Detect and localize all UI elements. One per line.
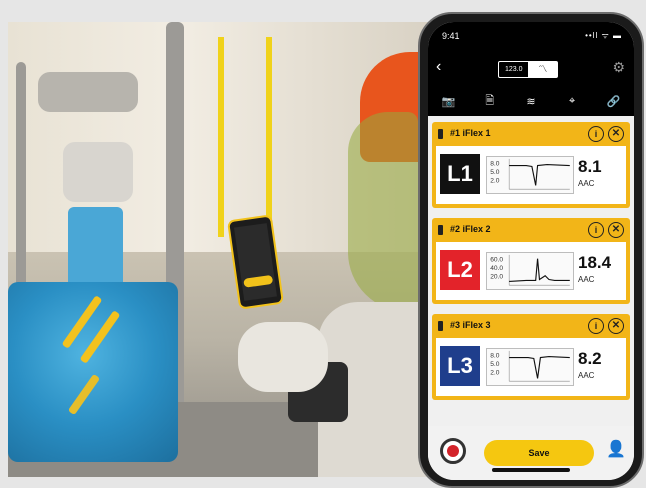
- glove: [238, 322, 328, 392]
- card-header: #3 iFlex 3 i ✕: [432, 314, 630, 338]
- battery-icon: [438, 225, 443, 235]
- phase-label: L3: [440, 346, 480, 386]
- gear-icon[interactable]: ⚙: [612, 59, 625, 76]
- battery-icon: [438, 129, 443, 139]
- trend-sparkline: 8.0 5.0 2.0: [486, 348, 574, 386]
- card-body: L3 8.0 5.0 2.0 8.2 AAC: [436, 338, 626, 396]
- record-button[interactable]: [440, 438, 466, 464]
- reading-unit: AAC: [578, 371, 595, 380]
- spark-line: [509, 356, 570, 379]
- yellow-rack: [266, 37, 272, 237]
- spark-tick: 5.0: [490, 169, 500, 176]
- home-indicator: [492, 468, 570, 472]
- spark-line: [509, 258, 570, 282]
- save-button[interactable]: Save: [484, 440, 594, 466]
- close-icon[interactable]: ✕: [608, 126, 624, 142]
- card-body: L1 8.0 5.0 2.0 8.1 AAC: [436, 146, 626, 204]
- status-time: 9:41: [442, 31, 460, 41]
- spark-tick: 2.0: [490, 178, 500, 185]
- pipe-horizontal: [38, 72, 138, 112]
- status-icons: ••ll ᯤ ▬: [585, 31, 622, 40]
- tag-icon[interactable]: ⌖: [562, 95, 582, 108]
- spark-tick: 60.0: [490, 257, 503, 264]
- spark-line: [509, 164, 570, 186]
- view-toggle[interactable]: 123.0 〽: [498, 61, 558, 78]
- card-header: #1 iFlex 1 i ✕: [432, 122, 630, 146]
- phase-label: L2: [440, 250, 480, 290]
- user-share-icon[interactable]: 👤: [606, 439, 626, 459]
- phone-device: 9:41 ••ll ᯤ ▬ ‹ 123.0 〽 ⚙ 📷 🗎 ≋ ⌖ 🔗 #1 i…: [418, 12, 644, 488]
- trend-sparkline: 8.0 5.0 2.0: [486, 156, 574, 194]
- info-icon[interactable]: i: [588, 126, 604, 142]
- card-title: #1 iFlex 1: [450, 128, 491, 138]
- link-icon[interactable]: 🔗: [603, 95, 623, 108]
- battery-icon: [438, 321, 443, 331]
- reading-unit: AAC: [578, 275, 595, 284]
- face-shield: [348, 112, 418, 312]
- card-body: L2 60.0 40.0 20.0 18.4 AAC: [436, 242, 626, 300]
- reading-value: 8.1: [578, 157, 602, 176]
- spark-tick: 40.0: [490, 265, 503, 272]
- close-icon[interactable]: ✕: [608, 318, 624, 334]
- card-title: #2 iFlex 2: [450, 224, 491, 234]
- info-icon[interactable]: i: [588, 318, 604, 334]
- reading-value: 18.4: [578, 253, 612, 272]
- phone-screen: 9:41 ••ll ᯤ ▬ ‹ 123.0 〽 ⚙ 📷 🗎 ≋ ⌖ 🔗 #1 i…: [428, 22, 634, 480]
- info-icon[interactable]: i: [588, 222, 604, 238]
- measurement-card[interactable]: #1 iFlex 1 i ✕ L1 8.0 5.0 2.0 8.1 AAC: [432, 122, 630, 208]
- industrial-photo: [8, 22, 438, 477]
- spark-tick: 8.0: [490, 161, 500, 168]
- pipe-horizontal: [63, 142, 133, 202]
- camera-icon[interactable]: 📷: [439, 95, 459, 108]
- nav-bar: ‹ 123.0 〽 ⚙: [428, 52, 634, 86]
- wireless-sensor-icon[interactable]: ≋: [521, 95, 541, 108]
- card-title: #3 iFlex 3: [450, 320, 491, 330]
- add-document-icon[interactable]: 🗎: [480, 92, 500, 111]
- status-bar: 9:41 ••ll ᯤ ▬: [428, 22, 634, 52]
- measurement-card[interactable]: #2 iFlex 2 i ✕ L2 60.0 40.0 20.0 18.4 AA…: [432, 218, 630, 304]
- spark-tick: 5.0: [490, 361, 500, 368]
- record-icon: [447, 445, 459, 457]
- chevron-left-icon[interactable]: ‹: [436, 58, 441, 76]
- spark-tick: 8.0: [490, 353, 500, 360]
- trend-chart-icon[interactable]: 〽: [528, 62, 557, 77]
- card-header: #2 iFlex 2 i ✕: [432, 218, 630, 242]
- reading-unit: AAC: [578, 179, 595, 188]
- toolbar: 📷 🗎 ≋ ⌖ 🔗: [428, 86, 634, 116]
- yellow-rack: [218, 37, 224, 237]
- measurement-card[interactable]: #3 iFlex 3 i ✕ L3 8.0 5.0 2.0 8.2 AAC: [432, 314, 630, 400]
- phase-label: L1: [440, 154, 480, 194]
- measurement-list: #1 iFlex 1 i ✕ L1 8.0 5.0 2.0 8.1 AAC #2…: [428, 116, 634, 426]
- spark-tick: 20.0: [490, 274, 503, 281]
- marketing-image: 9:41 ••ll ᯤ ▬ ‹ 123.0 〽 ⚙ 📷 🗎 ≋ ⌖ 🔗 #1 i…: [0, 0, 646, 488]
- reading-value: 8.2: [578, 349, 602, 368]
- close-icon[interactable]: ✕: [608, 222, 624, 238]
- trend-sparkline: 60.0 40.0 20.0: [486, 252, 574, 290]
- spark-tick: 2.0: [490, 370, 500, 377]
- toggle-value-option[interactable]: 123.0: [499, 62, 528, 77]
